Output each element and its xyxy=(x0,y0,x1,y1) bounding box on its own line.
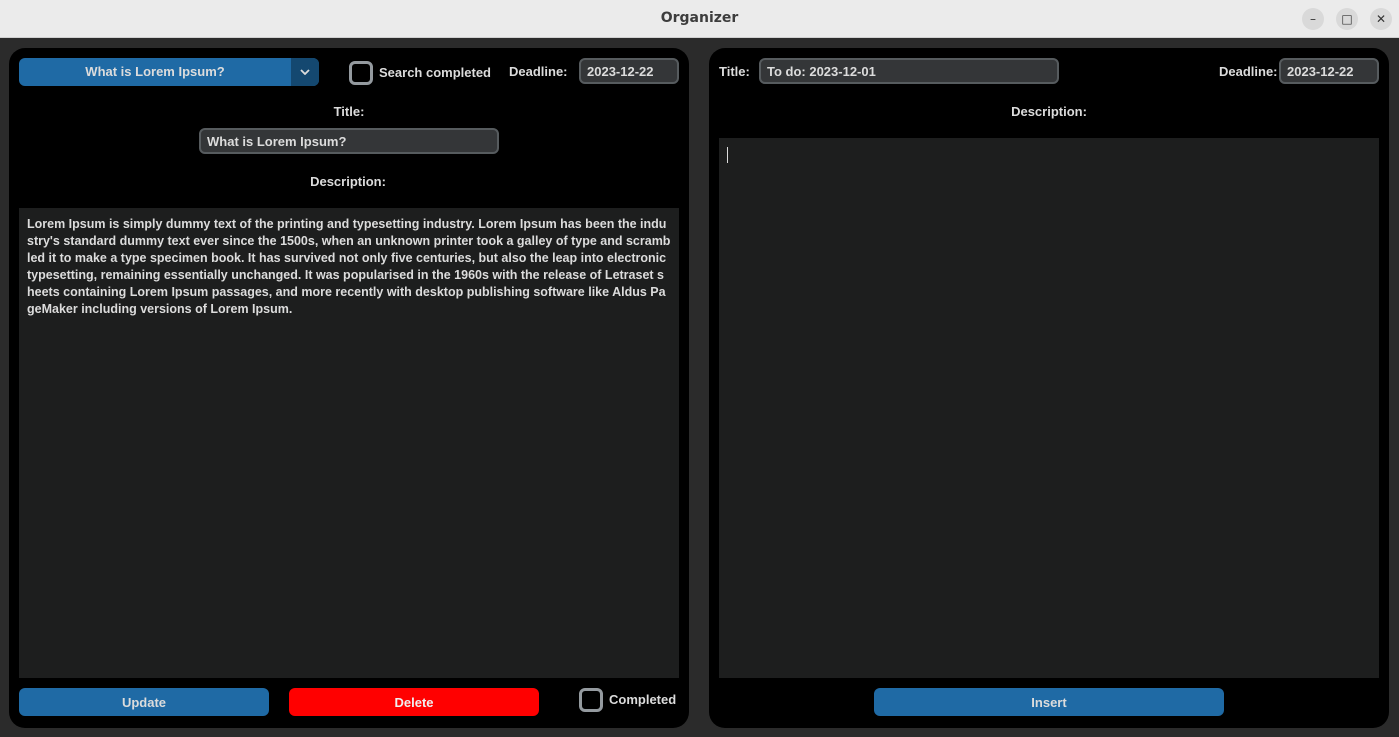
update-button[interactable]: Update xyxy=(19,688,269,716)
description-label: Description: xyxy=(1011,104,1087,119)
deadline-label: Deadline: xyxy=(1219,64,1278,79)
description-textbox[interactable]: Lorem Ipsum is simply dummy text of the … xyxy=(19,208,679,678)
minimize-icon[interactable]: – xyxy=(1302,8,1324,30)
text-cursor xyxy=(727,147,728,163)
edit-task-panel: What is Lorem Ipsum? Search completed De… xyxy=(9,48,689,728)
completed-checkbox[interactable] xyxy=(579,688,603,712)
insert-button[interactable]: Insert xyxy=(874,688,1224,716)
task-dropdown[interactable]: What is Lorem Ipsum? xyxy=(19,58,319,86)
task-dropdown-value: What is Lorem Ipsum? xyxy=(85,64,225,79)
description-label: Description: xyxy=(310,174,386,189)
title-label: Title: xyxy=(333,104,365,119)
description-textbox[interactable] xyxy=(719,138,1379,678)
new-task-panel: Title: Deadline: Description: Insert xyxy=(709,48,1389,728)
close-icon[interactable]: ✕ xyxy=(1370,8,1392,30)
title-field[interactable] xyxy=(199,128,499,154)
maximize-icon[interactable]: □ xyxy=(1336,8,1358,30)
search-completed-checkbox[interactable] xyxy=(349,61,373,85)
search-completed-label: Search completed xyxy=(379,65,491,80)
title-field[interactable] xyxy=(759,58,1059,84)
completed-label: Completed xyxy=(609,692,677,707)
chevron-down-icon[interactable] xyxy=(291,58,319,86)
window-title: Organizer xyxy=(660,10,739,26)
deadline-label: Deadline: xyxy=(509,64,568,79)
deadline-field[interactable] xyxy=(579,58,679,84)
title-label: Title: xyxy=(719,64,750,79)
window-titlebar[interactable]: Organizer – □ ✕ xyxy=(0,0,1399,38)
delete-button[interactable]: Delete xyxy=(289,688,539,716)
deadline-field[interactable] xyxy=(1279,58,1379,84)
